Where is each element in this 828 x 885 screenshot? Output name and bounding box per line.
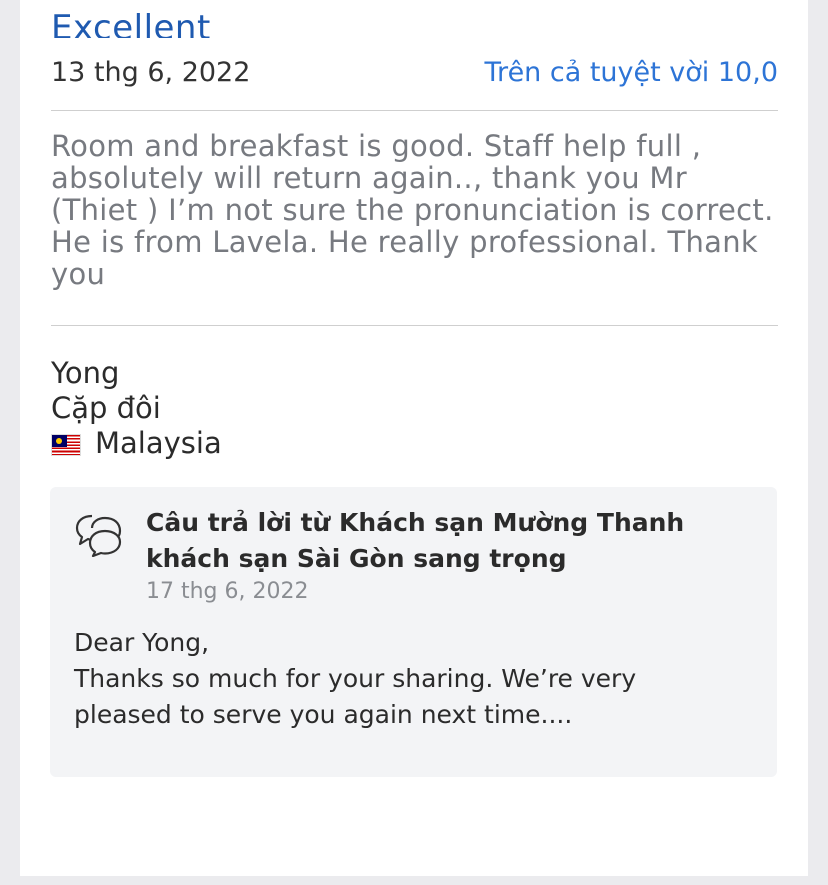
reply-date: 17 thg 6, 2022 [146,579,309,604]
reviewer-name: Yong [51,356,120,390]
review-date: 13 thg 6, 2022 [51,56,251,88]
hotel-reply: Câu trả lời từ Khách sạn Mường Thanh khá… [50,487,777,777]
reply-line: pleased to serve you again next time.... [74,700,573,729]
divider [51,110,778,111]
reply-body: Dear Yong, Thanks so much for your shari… [74,625,754,733]
review-text: Room and breakfast is good. Staff help f… [51,129,774,291]
review-card: Excellent 13 thg 6, 2022 Trên cả tuyệt v… [20,0,808,876]
reviewer-info: Yong Cặp đôi Malaysia [51,356,778,461]
reply-line: Dear Yong, [74,628,210,657]
review-title: Excellent [51,8,211,38]
rating-link[interactable]: Trên cả tuyệt vời 10,0 [485,57,778,88]
malaysia-flag-icon [51,434,81,456]
review-meta-row: 13 thg 6, 2022 Trên cả tuyệt vời 10,0 [51,54,778,90]
divider [51,325,778,326]
reviewer-country-row: Malaysia [51,426,778,461]
traveler-type: Cặp đôi [51,391,161,425]
reply-line: Thanks so much for your sharing. We’re v… [74,664,637,693]
reply-title: Câu trả lời từ Khách sạn Mường Thanh khá… [146,508,685,573]
speech-bubbles-icon [75,514,122,557]
reviewer-country: Malaysia [95,426,222,460]
